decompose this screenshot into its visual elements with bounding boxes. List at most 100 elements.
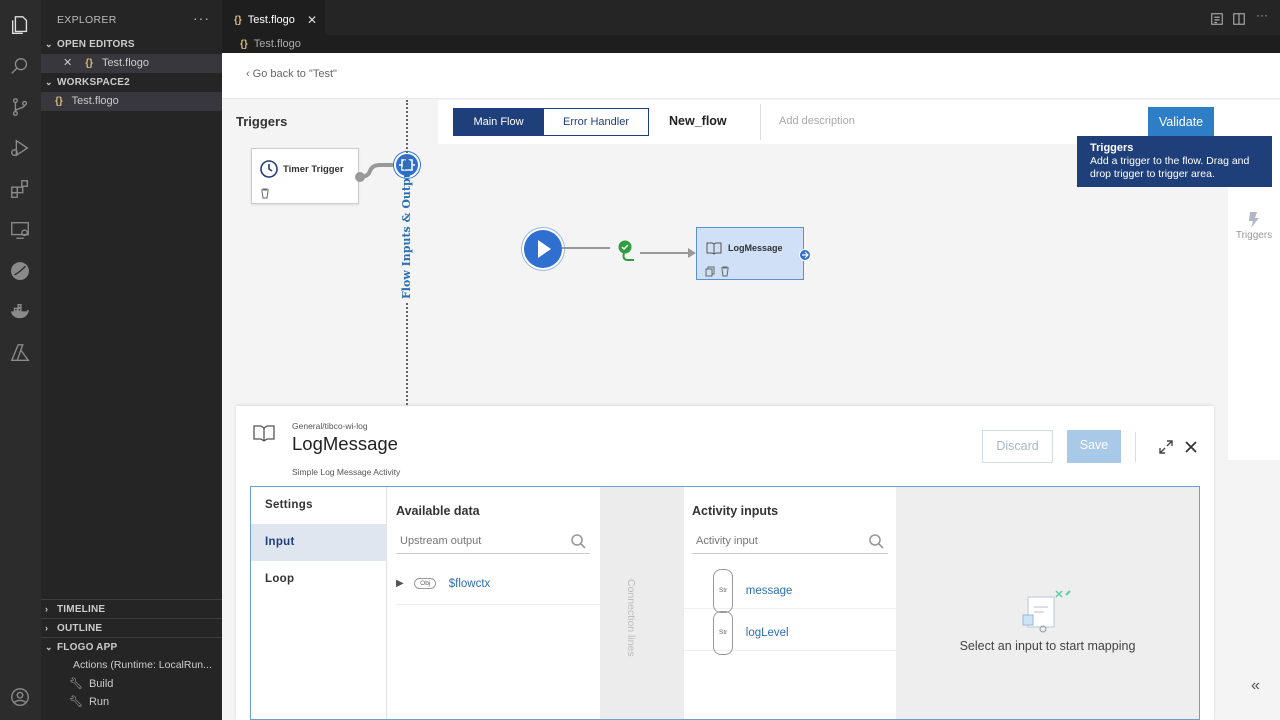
book-icon	[706, 242, 722, 255]
editor-tab-bar: {} Test.flogo ✕ ···	[222, 0, 1280, 35]
timeline-section[interactable]: › TIMELINE	[41, 600, 222, 619]
flow-name[interactable]: New_flow	[669, 114, 727, 128]
input-name: message	[745, 585, 793, 597]
account-icon[interactable]	[8, 685, 32, 709]
tooltip-title: Triggers	[1090, 142, 1134, 154]
more-actions-icon[interactable]: ···	[1256, 8, 1270, 22]
activity-input-search[interactable]: Activity input	[692, 528, 888, 554]
mapping-area: Select an input to start mapping	[896, 487, 1199, 719]
save-button[interactable]: Save	[1067, 430, 1121, 463]
type-badge: Str	[713, 569, 734, 613]
run-label: Run	[88, 696, 110, 708]
copy-icon[interactable]	[705, 266, 715, 277]
tab-loop[interactable]: Loop	[251, 561, 387, 598]
chevron-left-icon: ‹	[246, 68, 250, 80]
trash-icon[interactable]	[260, 188, 270, 199]
flogo-icon[interactable]	[8, 259, 32, 283]
input-name: logLevel	[745, 627, 789, 639]
open-editor-item[interactable]: ✕ {} Test.flogo	[41, 54, 222, 73]
flow-io-label[interactable]: Flow Inputs & Outputs	[400, 159, 413, 299]
more-actions-icon[interactable]: ···	[193, 10, 210, 26]
outline-section[interactable]: › OUTLINE	[41, 619, 222, 638]
search-icon	[869, 534, 884, 549]
workspace-section[interactable]: ⌄ WORKSPACE2	[41, 73, 222, 92]
workspace-file-name: Test.flogo	[71, 95, 119, 107]
activity-path: General/tibco-wi-log	[292, 421, 368, 431]
close-icon[interactable]: ✕	[63, 57, 72, 69]
wrench-icon: 🔧︎	[69, 678, 83, 690]
flogo-app-section[interactable]: ⌄ FLOGO APP	[41, 638, 222, 657]
flogo-designer: ‹ Go back to "Test" Triggers Timer Trigge…	[222, 53, 1280, 720]
collapse-panel-icon[interactable]: «	[1251, 677, 1260, 695]
input-mapper: Settings Input Loop Available data Upstr…	[250, 486, 1200, 720]
workspace-file-item[interactable]: {} Test.flogo	[41, 92, 222, 111]
breadcrumb-file: Test.flogo	[253, 38, 301, 50]
run-debug-icon[interactable]	[8, 136, 32, 160]
build-label: Build	[88, 678, 114, 690]
tab-error-handler[interactable]: Error Handler	[543, 108, 649, 136]
activity-name: LogMessage	[292, 433, 398, 454]
open-editors-label: OPEN EDITORS	[57, 39, 135, 50]
back-link[interactable]: ‹ Go back to "Test"	[246, 68, 337, 80]
split-editor-icon[interactable]	[1232, 12, 1246, 26]
type-badge: Obj	[414, 578, 437, 590]
validate-button[interactable]: Validate	[1148, 107, 1214, 137]
upstream-search-input[interactable]: Upstream output	[396, 528, 590, 554]
chevron-down-icon: ⌄	[45, 642, 53, 652]
trash-icon[interactable]	[720, 266, 730, 277]
explorer-files-icon[interactable]	[8, 13, 32, 37]
mapping-illustration-icon	[1022, 590, 1071, 633]
back-link-label: Go back to "Test"	[252, 68, 337, 80]
add-next-arrow-icon[interactable]	[799, 249, 811, 261]
tab-close-icon[interactable]: ✕	[307, 1, 317, 39]
extensions-icon[interactable]	[8, 177, 32, 201]
flogo-actions-item[interactable]: Actions (Runtime: LocalRun...	[41, 656, 222, 675]
azure-icon[interactable]	[8, 341, 32, 365]
book-icon	[253, 425, 275, 442]
divider	[760, 104, 761, 140]
remote-explorer-icon[interactable]	[8, 218, 32, 242]
docker-icon[interactable]	[8, 300, 32, 324]
upstream-item[interactable]: ▶ Obj $flowctx	[396, 575, 600, 605]
activity-description: Simple Log Message Activity	[292, 467, 401, 477]
tooltip-body: Add a trigger to the flow. Drag and drop…	[1090, 155, 1250, 180]
tab-input[interactable]: Input	[251, 524, 387, 561]
discard-button[interactable]: Discard	[982, 430, 1053, 463]
breadcrumb[interactable]: {} Test.flogo	[222, 35, 1280, 53]
timeline-label: TIMELINE	[57, 604, 106, 615]
search-icon	[571, 534, 586, 549]
open-editors-section[interactable]: ⌄ OPEN EDITORS	[41, 35, 222, 54]
flogo-build-item[interactable]: 🔧︎ Build	[41, 675, 222, 694]
tab-main-flow[interactable]: Main Flow	[453, 108, 544, 136]
add-description-field[interactable]: Add description	[779, 115, 855, 127]
open-preview-icon[interactable]	[1210, 12, 1224, 26]
editor-tab[interactable]: {} Test.flogo ✕	[222, 0, 325, 35]
activity-input-row[interactable]: Str message	[684, 569, 896, 613]
empty-mapping-message: Select an input to start mapping	[959, 639, 1136, 653]
search-icon[interactable]	[8, 54, 32, 78]
tab-settings[interactable]: Settings	[251, 487, 387, 524]
flow-connection	[562, 240, 696, 261]
play-start-icon[interactable]	[524, 230, 562, 268]
flogo-app-label: FLOGO APP	[57, 642, 118, 653]
json-file-icon: {}	[85, 58, 94, 69]
triggers-tooltip: Triggers Add a trigger to the flow. Drag…	[1077, 136, 1272, 187]
upstream-item-name: $flowctx	[448, 577, 491, 590]
json-file-icon: {}	[240, 39, 248, 50]
timer-trigger-card[interactable]: Timer Trigger	[251, 148, 359, 204]
source-control-icon[interactable]	[8, 95, 32, 119]
activity-input-row[interactable]: Str logLevel	[684, 611, 896, 655]
divider	[1135, 432, 1136, 462]
flogo-run-item[interactable]: 🔧︎ Run	[41, 693, 222, 712]
connection-lines-label: Connection lines	[625, 579, 637, 657]
detail-tabs: Settings Input Loop	[251, 487, 387, 719]
logmessage-activity-node[interactable]: LogMessage	[696, 227, 811, 280]
workspace-label: WORKSPACE2	[57, 77, 130, 88]
trigger-icon[interactable]	[1242, 208, 1264, 230]
activity-input-placeholder: Activity input	[696, 535, 758, 547]
chevron-right-icon: ›	[45, 623, 49, 633]
close-icon[interactable]	[1184, 440, 1198, 454]
rail-triggers-label[interactable]: Triggers	[1228, 230, 1280, 241]
triggers-title: Triggers	[236, 114, 288, 129]
expand-icon[interactable]	[1159, 440, 1173, 454]
